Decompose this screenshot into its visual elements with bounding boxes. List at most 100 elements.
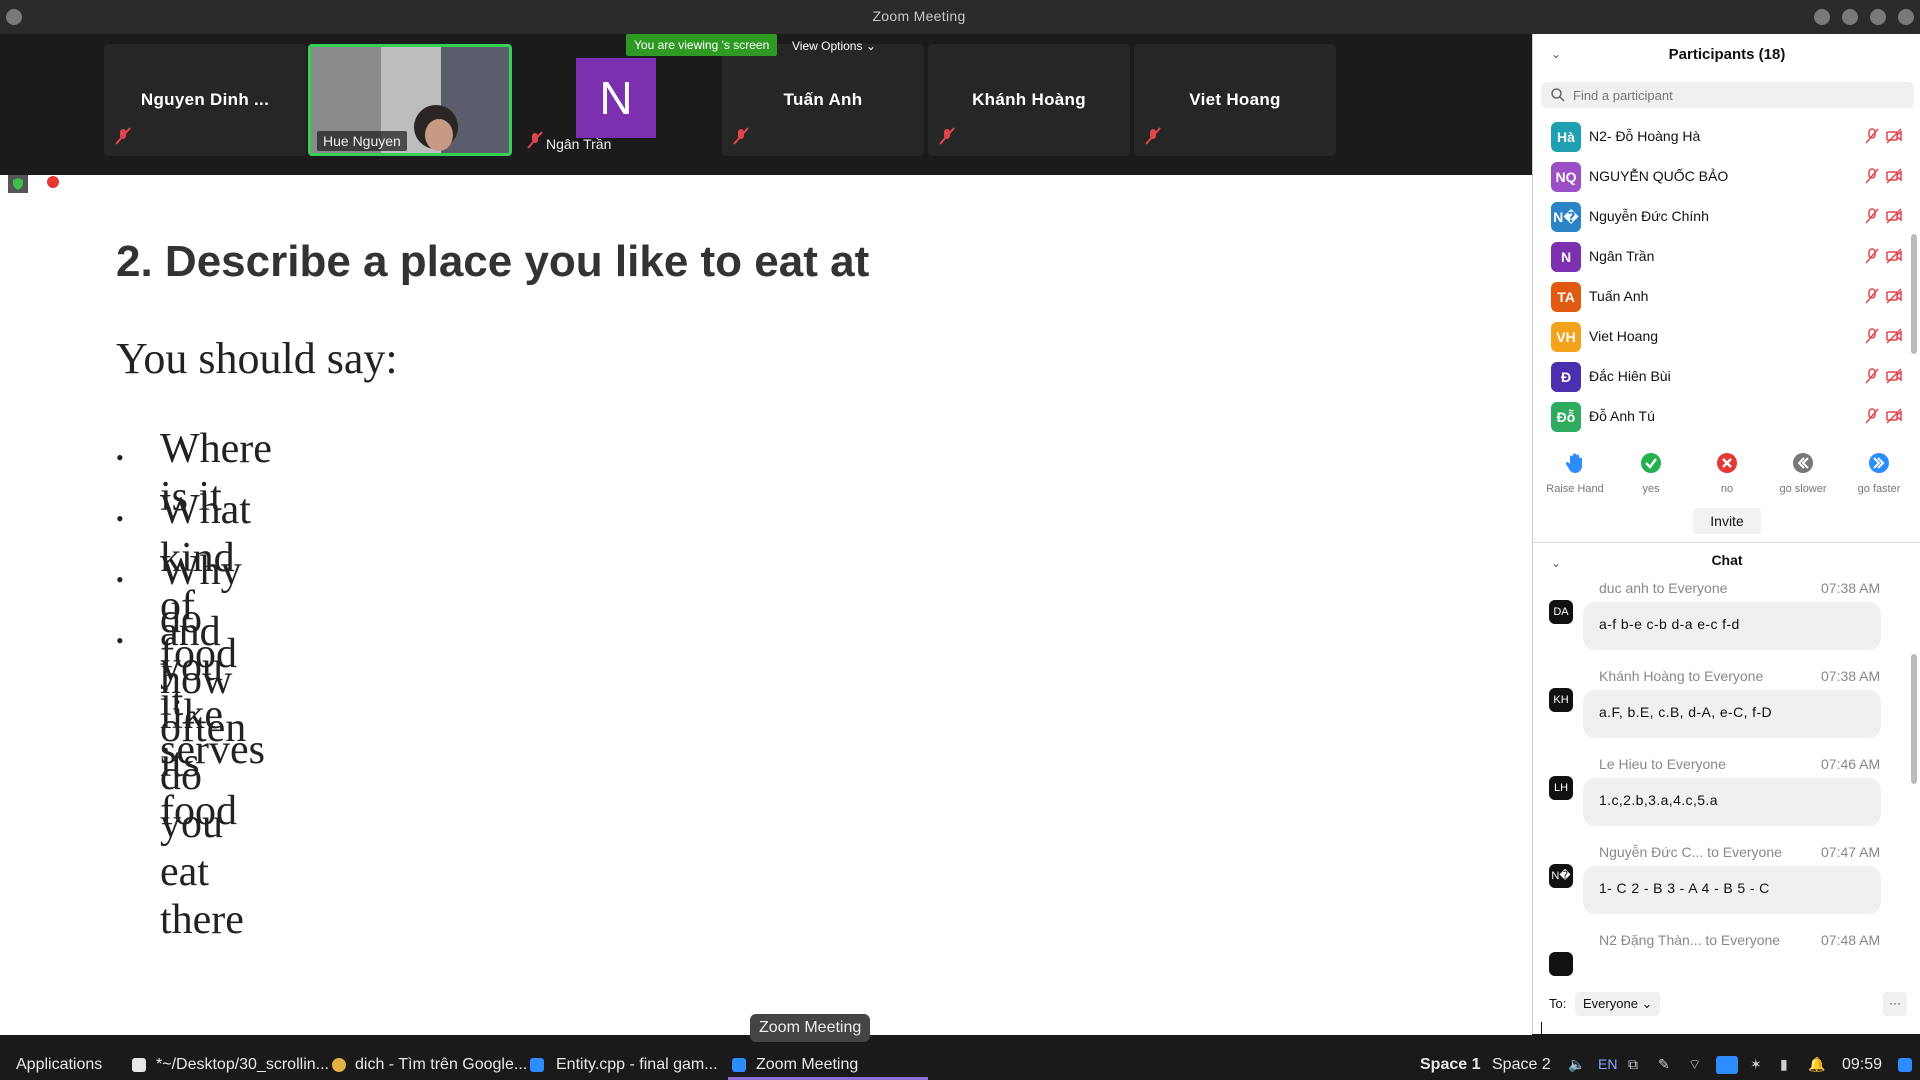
battery-icon[interactable]: ▮ [1780, 1056, 1788, 1073]
video-off-icon[interactable] [1885, 327, 1903, 345]
chat-message: Nguyễn Đức C... to Everyone 07:47 AM N� … [1533, 838, 1913, 926]
taskbar-window[interactable]: Entity.cpp - final gam... [556, 1056, 718, 1074]
vscode-icon [530, 1058, 544, 1072]
wifi-icon[interactable]: ⌔ [1688, 1056, 1701, 1074]
muted-mic-icon[interactable] [1863, 207, 1881, 225]
avatar: KH [1549, 688, 1573, 712]
collapse-participants-chevron-icon[interactable]: ⌄ [1551, 47, 1561, 61]
fullscreen-button[interactable] [1870, 9, 1886, 25]
go-faster-button[interactable]: go faster [1841, 452, 1917, 495]
invite-button[interactable]: Invite [1693, 508, 1761, 534]
participant-name: Nguyen Dinh ... [140, 90, 270, 109]
video-off-icon[interactable] [1885, 247, 1903, 265]
slide-intro: You should say: [116, 334, 398, 383]
video-off-icon[interactable] [1885, 167, 1903, 185]
muted-mic-icon [939, 127, 955, 145]
reaction-label: go slower [1779, 483, 1827, 495]
participant-name: Tuấn Anh [1589, 288, 1649, 304]
chat-message: Khánh Hoàng to Everyone 07:38 AM KH a.F,… [1533, 662, 1913, 750]
raise-hand-icon [1565, 453, 1582, 473]
show-desktop-icon[interactable] [1898, 1058, 1912, 1072]
recipient-select[interactable]: Everyone ⌄ [1575, 992, 1661, 1016]
applications-menu[interactable]: Applications [16, 1056, 102, 1074]
participant-row[interactable]: Đỗ Đỗ Anh Tú [1533, 396, 1913, 436]
video-off-icon[interactable] [1885, 287, 1903, 305]
avatar: N [576, 58, 656, 138]
muted-mic-icon[interactable] [1863, 287, 1881, 305]
taskbar: Applications *~/Desktop/30_scrollin... d… [0, 1050, 1920, 1080]
app-tray-icon[interactable]: ⧉ [1628, 1056, 1638, 1073]
chat-scrollbar[interactable] [1911, 654, 1917, 784]
avatar: DA [1549, 600, 1573, 624]
participant-row[interactable]: TA Tuấn Anh [1533, 276, 1913, 316]
chat-message: duc anh to Everyone 07:38 AM DA a-f b-e … [1533, 574, 1913, 662]
muted-mic-icon[interactable] [1863, 127, 1881, 145]
shared-screen: 2. Describe a place you like to eat at Y… [0, 175, 1532, 1035]
raise-hand-button[interactable]: Raise Hand [1537, 452, 1613, 495]
bullet-icon: • [116, 445, 124, 470]
participant-row[interactable]: N� Nguyễn Đức Chính [1533, 196, 1913, 236]
muted-mic-icon[interactable] [1863, 367, 1881, 385]
video-tile[interactable]: Khánh Hoàng [928, 44, 1130, 156]
participant-row[interactable]: Đ Đắc Hiên Bùi [1533, 356, 1913, 396]
video-off-icon[interactable] [1885, 207, 1903, 225]
video-off-icon[interactable] [1885, 127, 1903, 145]
avatar: N� [1549, 864, 1573, 888]
participant-row[interactable]: Hà N2- Đỗ Hoàng Hà [1533, 116, 1913, 156]
chat-input[interactable] [1537, 1022, 1917, 1034]
minimize-button[interactable] [1814, 9, 1830, 25]
video-tile[interactable]: Viet Hoang [1134, 44, 1336, 156]
participant-name: Viet Hoang [1189, 90, 1281, 109]
video-off-icon[interactable] [1885, 367, 1903, 385]
participant-name: Ngân Trần [546, 136, 612, 152]
maximize-button[interactable] [1842, 9, 1858, 25]
taskbar-window[interactable]: *~/Desktop/30_scrollin... [156, 1056, 329, 1074]
muted-mic-icon[interactable] [1863, 407, 1881, 425]
message-text: a-f b-e c-b d-a e-c f-d [1583, 602, 1881, 650]
participant-row[interactable]: NQ NGUYỄN QUỐC BẢO [1533, 156, 1913, 196]
participant-row[interactable]: N Ngân Trần [1533, 236, 1913, 276]
participant-row[interactable]: VH Viet Hoang [1533, 316, 1913, 356]
video-tile-active-speaker[interactable]: Hue Nguyen [308, 44, 512, 156]
zoom-icon [732, 1058, 746, 1072]
panel-divider [1533, 542, 1920, 543]
close-button[interactable] [1898, 9, 1914, 25]
taskbar-window-active[interactable]: Zoom Meeting [756, 1056, 858, 1074]
avatar: Đỗ [1551, 402, 1581, 432]
bluetooth-icon[interactable]: ✶ [1750, 1056, 1762, 1073]
muted-mic-icon[interactable] [1863, 327, 1881, 345]
chat-more-button[interactable]: ··· [1883, 992, 1907, 1016]
video-off-icon[interactable] [1885, 407, 1903, 425]
yes-button[interactable]: yes [1613, 452, 1689, 495]
video-tile[interactable]: Nguyen Dinh ... [104, 44, 306, 156]
clock[interactable]: 09:59 [1842, 1056, 1882, 1074]
no-button[interactable]: no [1689, 452, 1765, 495]
avatar: Hà [1551, 122, 1581, 152]
attachment-icon[interactable]: ✎ [1658, 1056, 1670, 1073]
workspace-2[interactable]: Space 2 [1492, 1056, 1551, 1074]
taskbar-window[interactable]: dich - Tìm trên Google... [355, 1056, 527, 1074]
go-slower-button[interactable]: go slower [1765, 452, 1841, 495]
participants-scrollbar[interactable] [1911, 234, 1917, 354]
avatar: LH [1549, 776, 1573, 800]
shield-icon [8, 175, 28, 193]
video-tile[interactable]: Tuấn Anh [722, 44, 924, 156]
chat-message: Le Hieu to Everyone 07:46 AM LH 1.c,2.b,… [1533, 750, 1913, 838]
text-caret [1541, 1022, 1542, 1040]
no-x-icon [1717, 453, 1737, 473]
zoom-tray-icon[interactable] [1716, 1056, 1738, 1074]
keyboard-lang-indicator[interactable]: EN [1598, 1056, 1617, 1072]
bullet-icon: • [116, 567, 124, 592]
volume-icon[interactable]: 🔈 [1568, 1056, 1585, 1073]
search-input[interactable]: Find a participant [1541, 82, 1914, 108]
video-tile[interactable]: N Ngân Trần [516, 44, 718, 156]
notification-bell-icon[interactable]: 🔔 [1808, 1056, 1825, 1073]
side-panel: Participants (18) ⌄ Find a participant H… [1532, 34, 1920, 1040]
workspace-1[interactable]: Space 1 [1420, 1056, 1480, 1074]
muted-mic-icon [1145, 127, 1161, 145]
muted-mic-icon[interactable] [1863, 167, 1881, 185]
muted-mic-icon[interactable] [1863, 247, 1881, 265]
message-text: 1- C 2 - B 3 - A 4 - B 5 - C [1583, 866, 1881, 914]
view-options-button[interactable]: View Options ⌄ [786, 36, 882, 56]
bullet-text: and how often do you eat there [160, 609, 247, 943]
